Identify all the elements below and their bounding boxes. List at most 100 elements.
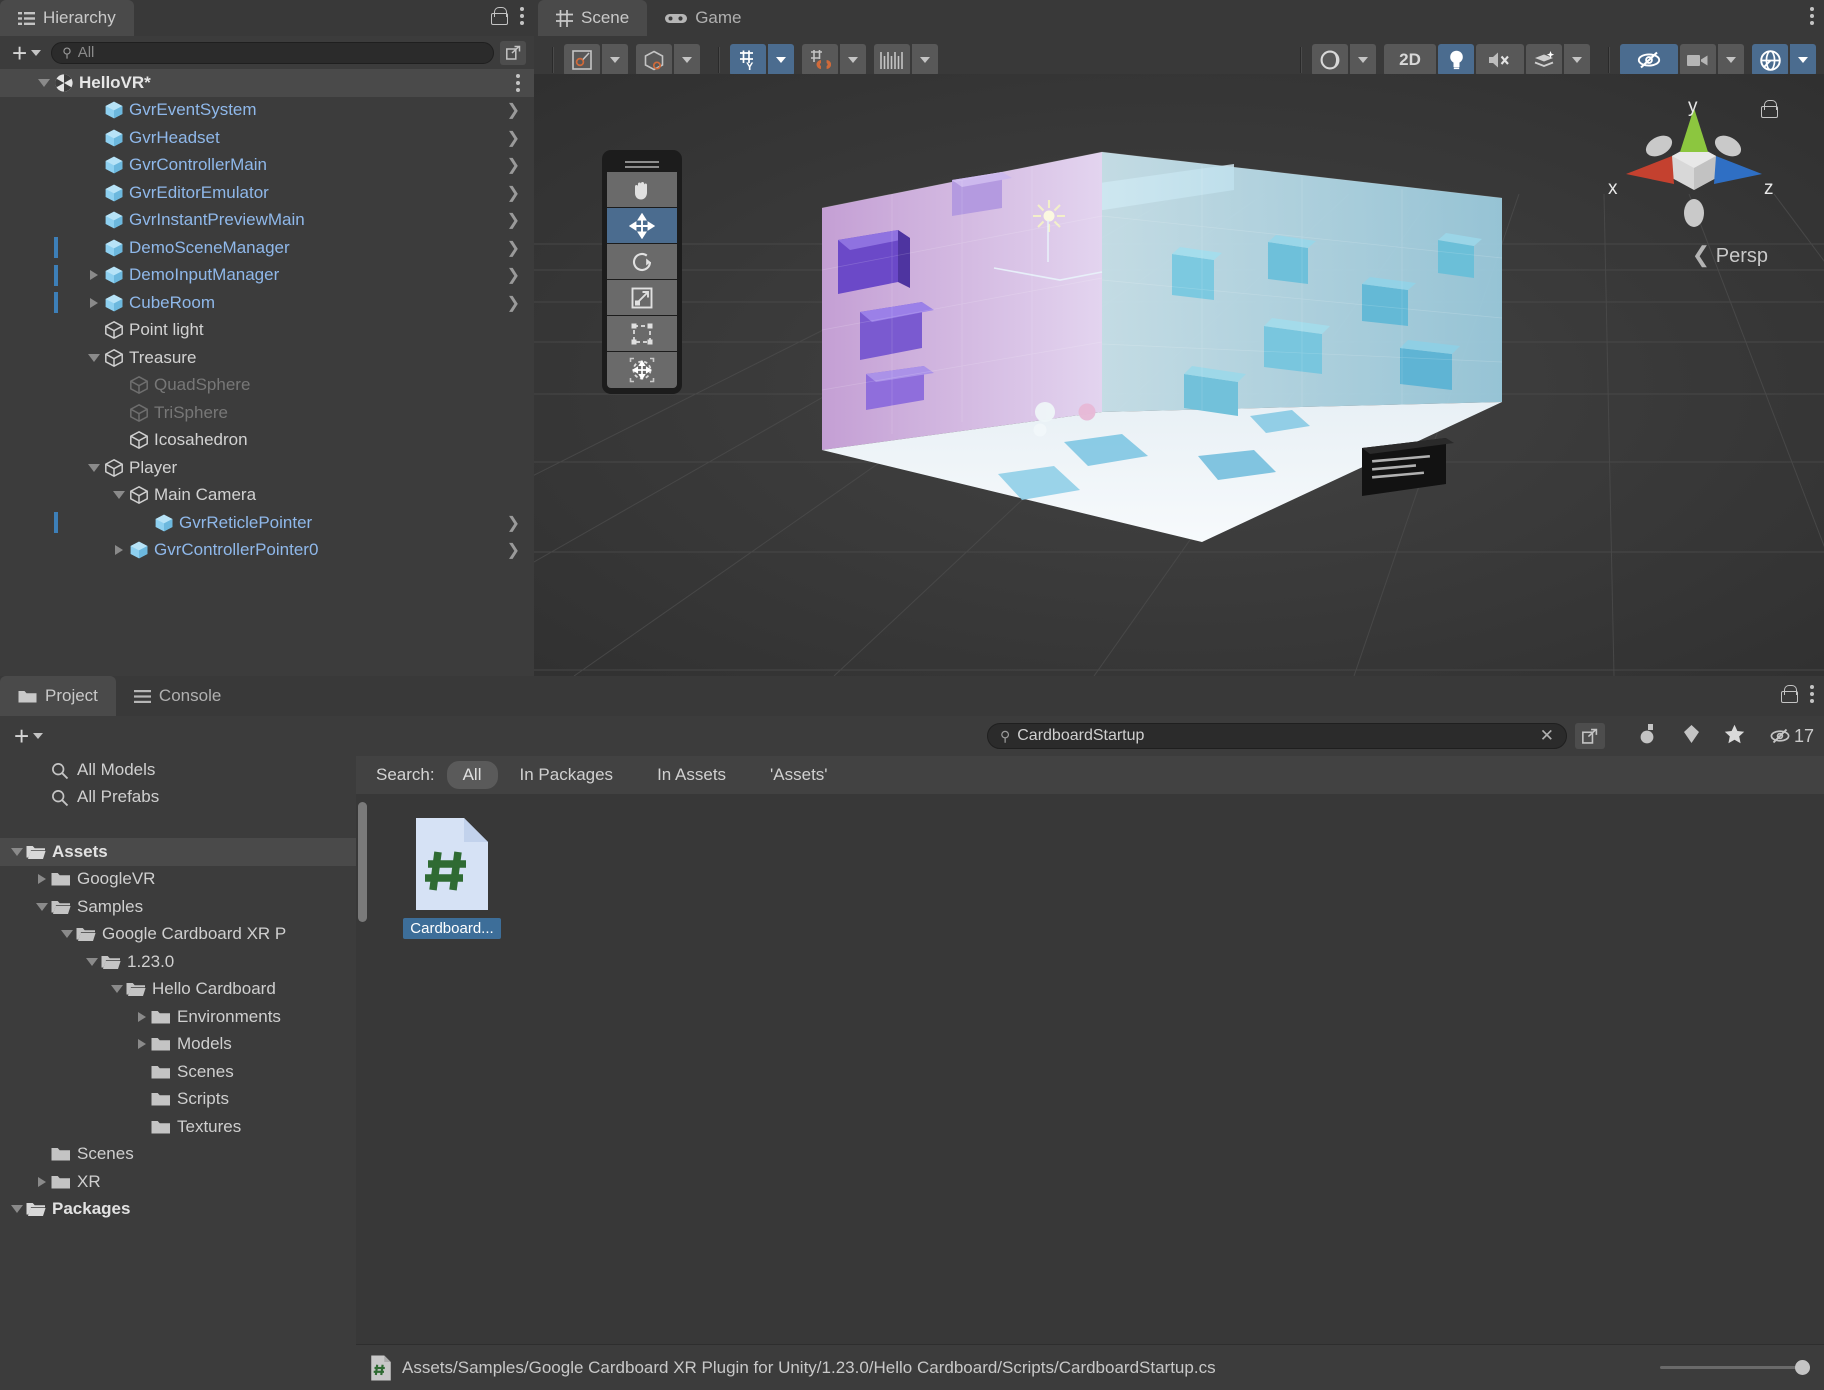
scene-row-menu-icon[interactable] — [516, 74, 520, 92]
grid-snap-dropdown[interactable] — [840, 44, 866, 76]
expand-arrow[interactable] — [86, 295, 102, 311]
collapse-arrow[interactable] — [58, 930, 76, 938]
hierarchy-row[interactable]: Player — [0, 454, 534, 482]
expand-arrow[interactable] — [86, 267, 102, 283]
collapse-arrow[interactable] — [86, 350, 102, 366]
collapse-arrow[interactable] — [33, 903, 51, 911]
hidden-items-indicator[interactable]: 17 — [1761, 726, 1814, 747]
tab-console[interactable]: Console — [116, 676, 239, 716]
hierarchy-row[interactable]: Point light — [0, 317, 534, 345]
hierarchy-search-field[interactable]: ⚲ — [51, 42, 494, 64]
hierarchy-row[interactable]: GvrControllerPointer0❯ — [0, 537, 534, 565]
rect-tool-button[interactable] — [607, 316, 677, 352]
shading-mode-button[interactable] — [1312, 44, 1348, 76]
scene-fx-dropdown[interactable] — [1564, 44, 1590, 76]
hierarchy-row[interactable]: Treasure — [0, 344, 534, 372]
project-content-area[interactable]: Search: All In Packages In Assets 'Asset… — [356, 756, 1824, 1344]
hierarchy-row[interactable]: TriSphere — [0, 399, 534, 427]
project-tree-row[interactable]: Scenes — [0, 1058, 356, 1086]
clear-search-icon[interactable]: ✕ — [1540, 726, 1554, 746]
create-asset-button[interactable]: + — [10, 726, 47, 746]
project-menu-icon[interactable] — [1810, 685, 1814, 703]
expand-arrow[interactable] — [133, 1012, 151, 1022]
grid-snap-button[interactable] — [802, 44, 838, 76]
zoom-slider-knob[interactable] — [1795, 1360, 1810, 1375]
collapse-arrow[interactable] — [8, 848, 26, 856]
filter-in-packages[interactable]: In Packages — [498, 765, 636, 785]
scene-tool-palette[interactable] — [602, 150, 682, 394]
collapse-arrow[interactable] — [86, 460, 102, 476]
prefab-open-chevron[interactable]: ❯ — [507, 210, 520, 230]
increment-snap-dropdown[interactable] — [912, 44, 938, 76]
prefab-open-chevron[interactable]: ❯ — [507, 265, 520, 285]
hierarchy-row[interactable]: DemoSceneManager❯ — [0, 234, 534, 262]
project-lock-icon[interactable] — [1781, 685, 1796, 703]
hierarchy-row[interactable]: GvrReticlePointer❯ — [0, 509, 534, 537]
prefab-open-chevron[interactable]: ❯ — [507, 155, 520, 175]
scene-projection-label[interactable]: ❮ Persp — [1692, 242, 1768, 268]
hierarchy-search-input[interactable] — [78, 44, 483, 61]
toggle-2d-button[interactable]: 2D — [1384, 44, 1436, 76]
prefab-open-chevron[interactable]: ❯ — [507, 513, 520, 533]
project-tree-row[interactable]: Assets — [0, 838, 356, 866]
project-tree-row[interactable]: Packages — [0, 1196, 356, 1224]
grid-axis-dropdown[interactable] — [768, 44, 794, 76]
hierarchy-menu-icon[interactable] — [520, 7, 524, 25]
filter-assets-scope[interactable]: 'Assets' — [748, 765, 850, 785]
scene-viewport[interactable]: y x z ❮ Persp — [534, 74, 1824, 676]
project-tree-row[interactable]: XR — [0, 1168, 356, 1196]
filter-in-assets[interactable]: In Assets — [635, 765, 748, 785]
expand-arrow[interactable] — [33, 874, 51, 884]
scene-lighting-button[interactable] — [1438, 44, 1474, 76]
grid-axis-button[interactable]: Y — [730, 44, 766, 76]
project-tree-row[interactable]: Scenes — [0, 1141, 356, 1169]
hierarchy-row[interactable]: GvrControllerMain❯ — [0, 152, 534, 180]
asset-grid[interactable]: Cardboard... — [356, 794, 1824, 939]
hierarchy-row[interactable]: CubeRoom❯ — [0, 289, 534, 317]
tab-project[interactable]: Project — [0, 676, 116, 716]
hierarchy-row[interactable]: HelloVR* — [0, 69, 534, 97]
move-tool-button[interactable] — [607, 208, 677, 244]
filter-by-label-button[interactable] — [1675, 724, 1708, 749]
expand-arrow[interactable] — [133, 1039, 151, 1049]
hierarchy-tree[interactable]: HelloVR*GvrEventSystem❯GvrHeadset❯GvrCon… — [0, 69, 534, 676]
filter-all[interactable]: All — [447, 761, 498, 789]
tab-game[interactable]: Game — [647, 0, 759, 36]
scene-fx-button[interactable] — [1526, 44, 1562, 76]
expand-arrow[interactable] — [111, 542, 127, 558]
project-tree-row[interactable]: Textures — [0, 1113, 356, 1141]
scene-audio-button[interactable] — [1476, 44, 1524, 76]
hierarchy-row[interactable]: Main Camera — [0, 482, 534, 510]
hierarchy-row[interactable]: QuadSphere — [0, 372, 534, 400]
scene-visibility-button[interactable] — [1620, 44, 1678, 76]
hierarchy-row[interactable]: GvrEventSystem❯ — [0, 97, 534, 125]
tab-scene[interactable]: Scene — [538, 0, 647, 36]
scale-tool-button[interactable] — [607, 280, 677, 316]
prefab-open-chevron[interactable]: ❯ — [507, 128, 520, 148]
project-tree-row[interactable]: Models — [0, 1031, 356, 1059]
prefab-open-chevron[interactable]: ❯ — [507, 100, 520, 120]
hierarchy-row[interactable]: GvrInstantPreviewMain❯ — [0, 207, 534, 235]
prefab-open-chevron[interactable]: ❯ — [507, 540, 520, 560]
prefab-open-chevron[interactable]: ❯ — [507, 293, 520, 313]
project-tree-row[interactable]: All Models — [0, 756, 356, 784]
project-search-field[interactable]: ⚲ ✕ — [987, 723, 1567, 749]
collapse-arrow[interactable] — [108, 985, 126, 993]
expand-arrow[interactable] — [33, 1177, 51, 1187]
tab-hierarchy[interactable]: Hierarchy — [0, 0, 134, 36]
handle-space-dropdown[interactable] — [674, 44, 700, 76]
zoom-slider[interactable] — [1660, 1366, 1810, 1369]
pivot-dropdown[interactable] — [602, 44, 628, 76]
filter-by-type-button[interactable] — [1631, 723, 1667, 750]
handle-space-button[interactable] — [636, 44, 672, 76]
project-tree[interactable]: All ModelsAll PrefabsAssetsGoogleVRSampl… — [0, 756, 356, 1390]
rotate-tool-button[interactable] — [607, 244, 677, 280]
collapse-arrow[interactable] — [83, 958, 101, 966]
pivot-tool-button[interactable] — [564, 44, 600, 76]
project-search-input[interactable] — [1017, 727, 1532, 745]
project-tree-row[interactable]: All Prefabs — [0, 784, 356, 812]
hand-tool-button[interactable] — [607, 172, 677, 208]
collapse-arrow[interactable] — [8, 1205, 26, 1213]
camera-settings-button[interactable] — [1680, 44, 1716, 76]
lock-icon[interactable] — [491, 7, 506, 25]
